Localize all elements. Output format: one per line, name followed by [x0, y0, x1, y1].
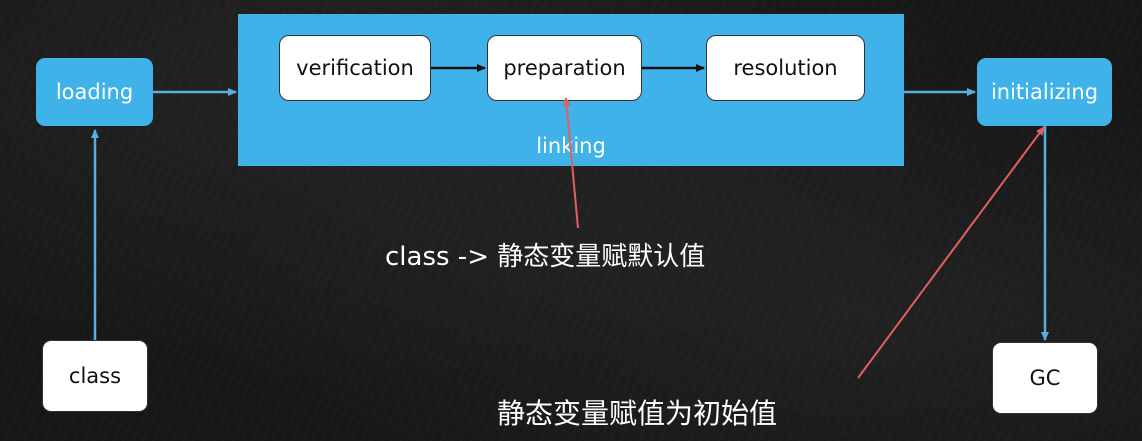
preparation-box: preparation [487, 35, 642, 101]
preparation-note: class -> 静态变量赋默认值 [385, 242, 706, 272]
verification-box: verification [279, 35, 431, 101]
initializing-box: initializing [977, 58, 1112, 126]
class-box: class [42, 340, 148, 412]
linking-label: linking [536, 134, 606, 158]
initializing-note: 静态变量赋值为初始值 [497, 397, 778, 430]
loading-box: loading [36, 58, 153, 126]
gc-box: GC [992, 342, 1098, 414]
resolution-box: resolution [706, 35, 865, 101]
diagram-canvas: linking loading class initializing GC ve… [0, 0, 1142, 441]
